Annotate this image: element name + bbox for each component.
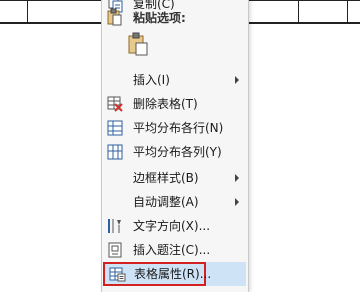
text-direction-icon <box>106 217 124 235</box>
menu-item-label: 平均分布各行(N) <box>133 121 224 135</box>
menu-item-text-direction[interactable]: 文字方向(X)... <box>102 214 248 238</box>
paste-options-heading: 粘贴选项: <box>133 11 186 25</box>
menu-item-distribute-rows[interactable]: 平均分布各行(N) <box>102 116 248 140</box>
menu-item-insert-caption[interactable]: 插入题注(C)... <box>102 238 248 262</box>
distribute-rows-icon <box>106 119 124 137</box>
chevron-right-icon <box>234 74 240 84</box>
menu-item-distribute-columns[interactable]: 平均分布各列(Y) <box>102 140 248 164</box>
menu-item-border-styles[interactable]: 边框样式(B) <box>102 166 248 190</box>
context-menu: 复制(C) 粘贴选项: 插入(I) 删除表格(T) 平均分布各行(N) 平均分布… <box>101 0 249 292</box>
delete-table-icon <box>106 95 124 113</box>
table-properties-icon <box>108 265 126 283</box>
menu-item-label: 删除表格(T) <box>133 97 198 111</box>
menu-item-label: 插入(I) <box>133 73 170 87</box>
table-column-divider <box>298 0 299 22</box>
chevron-right-icon <box>234 172 240 182</box>
menu-item-label: 文字方向(X)... <box>133 219 211 233</box>
table-column-divider <box>347 0 348 22</box>
chevron-right-icon <box>234 196 240 206</box>
insert-caption-icon <box>106 241 124 259</box>
menu-item-insert[interactable]: 插入(I) <box>102 68 248 92</box>
paste-keep-source-icon[interactable] <box>127 32 149 56</box>
menu-item-autofit[interactable]: 自动调整(A) <box>102 190 248 214</box>
table-column-divider <box>27 0 28 22</box>
menu-item-label: 自动调整(A) <box>133 195 199 209</box>
menu-item-table-properties[interactable]: 表格属性(R)... <box>103 262 211 286</box>
clipboard-icon <box>107 8 123 26</box>
menu-item-label: 表格属性(R)... <box>134 267 212 281</box>
menu-item-delete-table[interactable]: 删除表格(T) <box>102 92 248 116</box>
menu-item-label: 边框样式(B) <box>133 171 199 185</box>
distribute-columns-icon <box>106 143 124 161</box>
table-properties-hover-fill <box>206 262 246 286</box>
menu-item-label: 插入题注(C)... <box>133 243 211 257</box>
menu-item-label: 平均分布各列(Y) <box>133 145 222 159</box>
